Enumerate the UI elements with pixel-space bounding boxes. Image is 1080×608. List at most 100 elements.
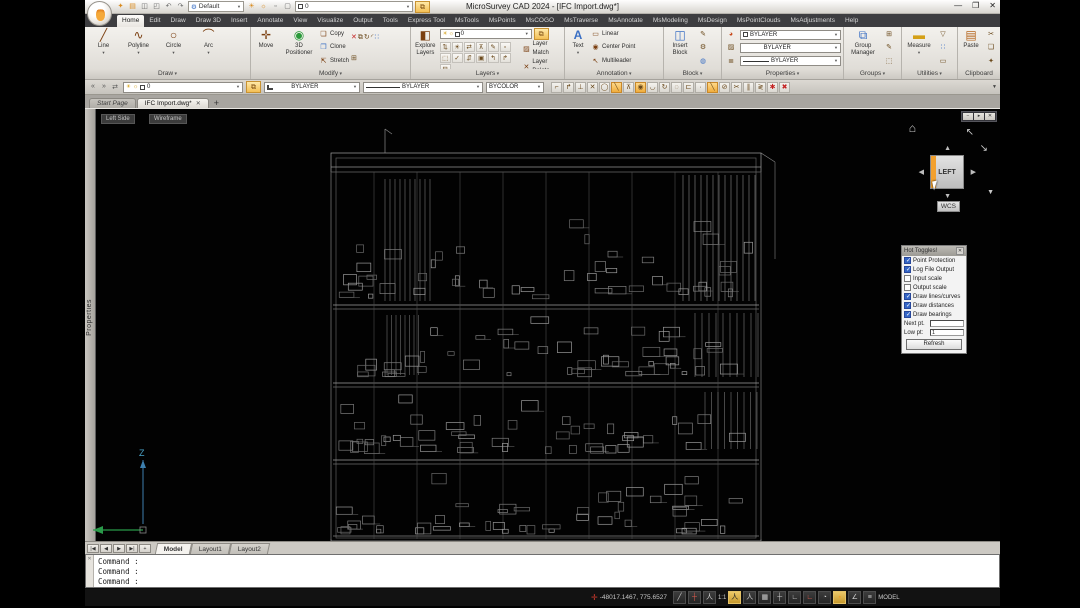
copy-clip-icon[interactable]: ❏ xyxy=(988,43,994,52)
copy-button[interactable]: ❏Copy xyxy=(319,30,349,39)
snap-circle-icon[interactable]: ◯ xyxy=(599,82,610,93)
annotation-autoscale-icon[interactable]: 人 xyxy=(743,591,756,604)
ribbon-tab[interactable]: MsCOGO xyxy=(521,15,560,27)
snap-parallel-icon[interactable]: ∥ xyxy=(743,82,754,93)
layer-off-icon[interactable]: ▫ xyxy=(500,42,511,52)
erase-icon[interactable]: ✕ xyxy=(351,33,357,42)
snap-rotate-icon[interactable]: ↻ xyxy=(659,82,670,93)
esnap-toggle-icon[interactable]: ▪ xyxy=(833,591,846,604)
snap-perpendicular-icon[interactable]: ⊥ xyxy=(575,82,586,93)
snap-node-icon[interactable]: ◌ xyxy=(671,82,682,93)
snap-intersection-icon[interactable]: ✕ xyxy=(587,82,598,93)
snap-apparent-icon[interactable]: ⊼ xyxy=(623,82,634,93)
layer-manager-button[interactable]: ⧉ xyxy=(534,28,549,40)
ribbon-tab[interactable]: Draw 3D xyxy=(191,15,226,27)
panel-label[interactable]: Draw xyxy=(85,69,250,79)
ribbon-tab[interactable]: Tools xyxy=(378,15,403,27)
layer-freeze-icon[interactable]: ⬚ xyxy=(440,53,451,63)
panel-label[interactable]: Utilities xyxy=(902,69,957,79)
panel-label[interactable]: Annotation xyxy=(565,69,663,79)
panel-close-button[interactable]: ✕ xyxy=(985,113,995,120)
document-tab[interactable]: IFC Import.dwg*✕ xyxy=(137,98,209,108)
undo-button[interactable]: ↶ xyxy=(163,1,174,12)
close-tab-icon[interactable]: ✕ xyxy=(196,100,201,107)
hot-toggle-item[interactable]: Point Protection xyxy=(902,256,966,265)
save-all-button[interactable]: ◰ xyxy=(151,1,162,12)
next-tab-button[interactable]: ▶ xyxy=(113,544,125,553)
snap-center-icon[interactable]: ◉ xyxy=(635,82,646,93)
panel-label[interactable]: Groups xyxy=(844,69,901,79)
explode-icon[interactable]: ⊞ xyxy=(351,54,357,63)
group-manager-button[interactable]: ⧉Group Manager xyxy=(846,28,880,68)
polar-toggle-icon[interactable]: ∟ xyxy=(803,591,816,604)
hot-toggle-item[interactable]: Output scale xyxy=(902,283,966,292)
layer-walk-button[interactable]: ⇄ xyxy=(110,83,120,91)
refresh-button[interactable]: Refresh xyxy=(906,339,962,350)
wcs-button[interactable]: WCS xyxy=(937,201,960,212)
checkbox[interactable] xyxy=(904,257,911,264)
hot-toggle-item[interactable]: Log File Output xyxy=(902,265,966,274)
group-select-icon[interactable]: ⬚ xyxy=(886,57,893,66)
cube-arrow-up-icon[interactable]: ▲ xyxy=(944,145,951,152)
cut-icon[interactable]: ✂ xyxy=(988,30,994,39)
open-button[interactable]: ▤ xyxy=(127,1,138,12)
layer-on-icon[interactable]: ⇅ xyxy=(440,42,451,52)
fillet-icon[interactable]: ◜ xyxy=(371,33,374,42)
ribbon-tab[interactable]: MsModeling xyxy=(648,15,693,27)
layer-delete-button[interactable]: ✕Layer Delete xyxy=(522,58,562,69)
ribbon-tab[interactable]: Insert xyxy=(226,15,252,27)
grid-toggle-icon[interactable]: ▦ xyxy=(758,591,771,604)
layer-lock-icon[interactable]: ⊼ xyxy=(476,42,487,52)
layout-tab[interactable]: Layout2 xyxy=(229,543,270,554)
cube-arrow-right-icon[interactable]: ▶ xyxy=(971,168,976,176)
snap-insert-icon[interactable]: ⊏ xyxy=(683,82,694,93)
pan-right-icon[interactable]: ▼ xyxy=(987,189,994,196)
panel-label[interactable]: Properties xyxy=(722,69,843,79)
measure-button[interactable]: ▬Measure xyxy=(904,28,934,68)
app-logo-icon[interactable] xyxy=(87,1,112,26)
home-view-icon[interactable]: ⌂ xyxy=(909,121,916,135)
annotation-tool-button[interactable]: ↖Multileader xyxy=(591,57,637,66)
lineweight-combo[interactable]: BYLAYER xyxy=(740,43,841,53)
ortho-toggle-icon[interactable]: ∟ xyxy=(788,591,801,604)
last-tab-button[interactable]: ▶| xyxy=(126,544,138,553)
current-layer-combo[interactable]: 0 xyxy=(295,1,413,12)
draw-tool-button[interactable]: ○Circle xyxy=(157,28,190,68)
annotation-visibility-icon[interactable]: 人 xyxy=(728,591,741,604)
hot-toggle-item[interactable]: Draw lines/curves xyxy=(902,292,966,301)
block-attributes-icon[interactable]: ⚙ xyxy=(700,43,706,52)
close-button[interactable]: ✕ xyxy=(989,1,996,10)
panel-minimize-button[interactable]: − xyxy=(963,113,973,120)
explore-layers-toggle[interactable]: ⧉ xyxy=(246,81,261,93)
toolbar-overflow-icon[interactable]: ▼ xyxy=(992,84,997,90)
paste-button[interactable]: ▤Paste xyxy=(960,28,982,68)
draw-tool-button[interactable]: ╱Line xyxy=(87,28,120,68)
layout-tab[interactable]: Layout1 xyxy=(190,543,231,554)
snap-extension-icon[interactable]: ≷ xyxy=(755,82,766,93)
snap-toggle-icon[interactable]: ╲ xyxy=(707,82,718,93)
visual-style-label[interactable]: Wireframe xyxy=(149,114,187,124)
checkbox[interactable] xyxy=(904,293,911,300)
draw-order-icon[interactable]: ╱ xyxy=(673,591,686,604)
view-label[interactable]: Left Side xyxy=(101,114,135,124)
layer-merge-icon[interactable]: ▣ xyxy=(476,53,487,63)
checkbox[interactable] xyxy=(904,275,911,282)
layer-thaw-icon[interactable]: ☀ xyxy=(452,42,463,52)
layer-copy-icon[interactable]: ↱ xyxy=(500,53,511,63)
block-editor-icon[interactable]: ✎ xyxy=(700,30,706,39)
rotate-icon[interactable]: ↻ xyxy=(364,33,370,42)
hot-toggle-item[interactable]: Draw bearings xyxy=(902,310,966,319)
low-point-input[interactable]: 1 xyxy=(930,329,964,336)
maximize-button[interactable]: ❐ xyxy=(972,1,979,10)
list-properties-icon[interactable]: ≣ xyxy=(728,57,734,66)
id-point-icon[interactable]: ▭ xyxy=(940,57,947,66)
unlock-icon[interactable]: ▫ xyxy=(270,1,281,12)
annotation-tool-button[interactable]: ▭Linear xyxy=(591,30,637,39)
hot-toggle-item[interactable]: Input scale xyxy=(902,274,966,283)
ribbon-tab[interactable]: Annotate xyxy=(252,15,288,27)
layer-edit-icon[interactable]: ✎ xyxy=(488,42,499,52)
snap-nearest-icon[interactable]: ╲ xyxy=(611,82,622,93)
ribbon-tab[interactable]: MsPointClouds xyxy=(732,15,786,27)
prev-tab-button[interactable]: ◀ xyxy=(100,544,112,553)
lamp-on-icon[interactable]: ☀ xyxy=(246,1,257,12)
